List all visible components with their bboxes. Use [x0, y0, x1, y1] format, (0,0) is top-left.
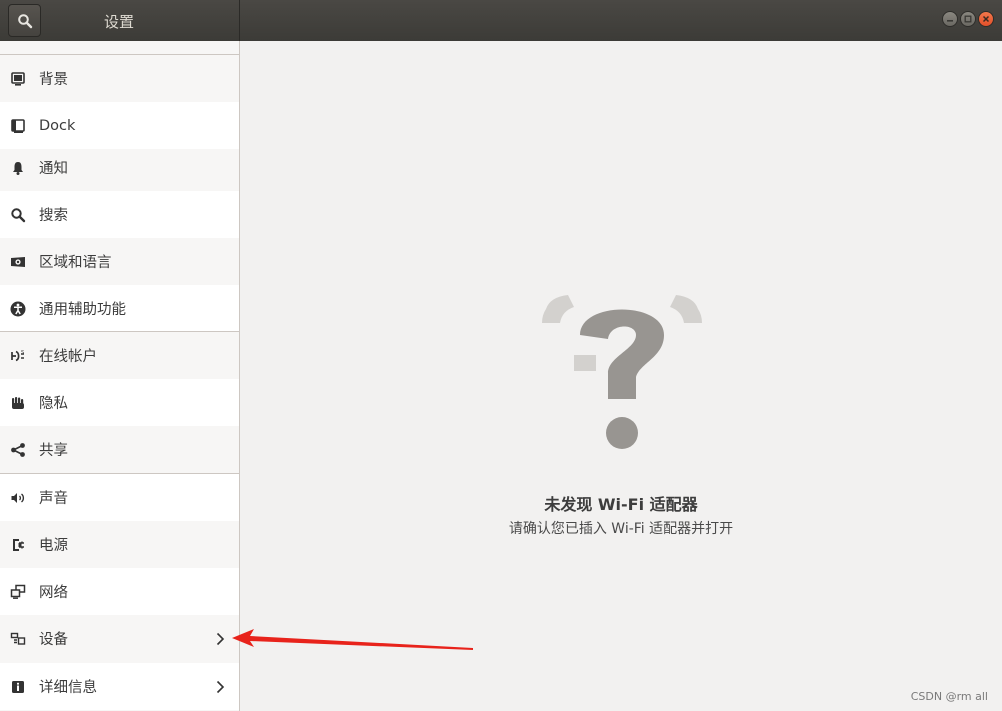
sidebar-item-dock[interactable]: Dock	[0, 102, 239, 149]
sidebar-item-label: 声音	[39, 491, 68, 507]
question-mark-icon	[542, 295, 702, 449]
sidebar-item-label: 共享	[39, 443, 68, 459]
devices-icon	[10, 631, 26, 647]
minimize-button[interactable]	[942, 11, 958, 27]
network-icon	[10, 584, 26, 600]
sidebar-item-sound[interactable]: 声音	[0, 474, 239, 521]
sidebar-item-sharing[interactable]: 共享	[0, 426, 239, 473]
maximize-icon	[964, 15, 972, 23]
main-panel: 未发现 Wi-Fi 适配器 请确认您已插入 Wi-Fi 适配器并打开 CSDN …	[240, 41, 1002, 711]
sidebar-item-label: 区域和语言	[39, 255, 112, 271]
sidebar-header: 设置	[0, 0, 240, 41]
online-accounts-icon: S	[10, 348, 26, 364]
empty-state-title: 未发现 Wi-Fi 适配器	[544, 495, 698, 514]
sidebar-item-power[interactable]: 电源	[0, 521, 239, 568]
sidebar-item-label: Dock	[39, 117, 76, 134]
sidebar-item-label: 隐私	[39, 396, 68, 412]
search-icon	[17, 13, 32, 28]
sidebar-item-label: 设备	[39, 632, 68, 648]
speaker-icon	[10, 490, 26, 506]
background-icon	[10, 71, 26, 87]
sidebar-item-privacy[interactable]: 隐私	[0, 379, 239, 426]
sidebar-item-details[interactable]: 详细信息	[0, 663, 239, 710]
search-button[interactable]	[8, 4, 41, 37]
dock-icon	[10, 118, 26, 134]
title-bar: 设置	[0, 0, 1002, 41]
window-title: 设置	[104, 13, 135, 31]
sidebar-item-label: 在线帐户	[39, 349, 97, 365]
sidebar-item-label: 背景	[39, 72, 68, 88]
share-icon	[10, 442, 26, 458]
watermark: CSDN @rm all	[910, 690, 988, 703]
sidebar-item-region-language[interactable]: 区域和语言	[0, 238, 239, 285]
sidebar-item-label: 搜索	[39, 208, 68, 224]
chevron-right-icon	[216, 680, 225, 693]
region-icon	[10, 254, 26, 270]
svg-text:S: S	[21, 350, 24, 356]
sidebar-item-accessibility[interactable]: 通用辅助功能	[0, 285, 239, 332]
chevron-right-icon	[216, 632, 225, 645]
sidebar-item-label: 电源	[39, 538, 68, 554]
close-icon	[982, 15, 990, 23]
minimize-icon	[947, 20, 953, 22]
sidebar-item-label: 通用辅助功能	[39, 302, 126, 318]
empty-state-subtitle: 请确认您已插入 Wi-Fi 适配器并打开	[508, 521, 734, 537]
info-icon	[10, 679, 26, 695]
annotation-arrow	[232, 629, 473, 650]
privacy-hand-icon	[10, 395, 26, 411]
sidebar-item-label: 网络	[39, 585, 68, 601]
sidebar-item-search[interactable]: 搜索	[0, 191, 239, 238]
window-controls	[942, 11, 994, 27]
sidebar-item-label: 详细信息	[39, 680, 97, 696]
bell-icon	[10, 160, 26, 176]
sidebar-item-label: 通知	[39, 161, 68, 177]
search-icon	[10, 207, 26, 223]
accessibility-icon	[10, 301, 26, 317]
close-button[interactable]	[978, 11, 994, 27]
sidebar-item-online-accounts[interactable]: S 在线帐户	[0, 332, 239, 379]
sidebar-item-devices[interactable]: 设备	[0, 615, 239, 662]
power-icon	[10, 537, 26, 553]
sidebar-item-network[interactable]: 网络	[0, 568, 239, 615]
sidebar-item-background[interactable]: 背景	[0, 55, 239, 102]
sidebar: 背景 Dock 通知 搜索 区域和语言 通用辅助功能 S 在线帐户 隐私 共享 …	[0, 41, 240, 711]
sidebar-item-notifications[interactable]: 通知	[0, 144, 239, 191]
maximize-button[interactable]	[960, 11, 976, 27]
